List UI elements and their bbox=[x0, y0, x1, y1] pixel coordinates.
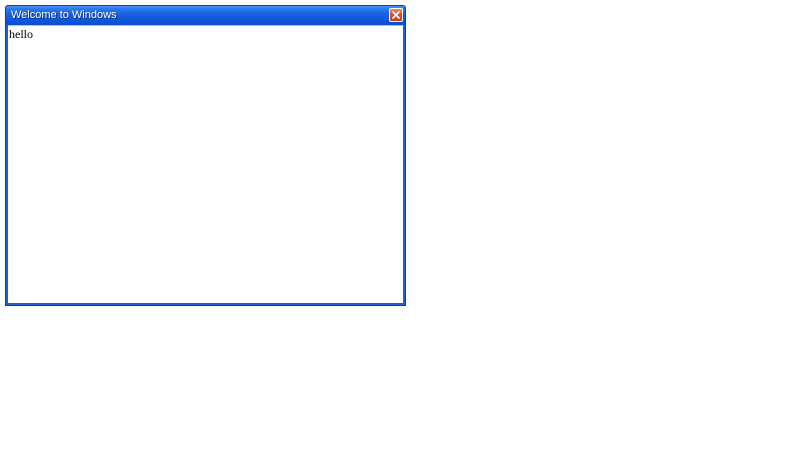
window-title: Welcome to Windows bbox=[11, 9, 117, 21]
close-button[interactable] bbox=[389, 8, 403, 22]
app-window: Welcome to Windows hello bbox=[5, 5, 406, 306]
content-text: hello bbox=[9, 27, 33, 41]
window-titlebar[interactable]: Welcome to Windows bbox=[6, 6, 405, 25]
window-content-area: hello bbox=[8, 25, 403, 303]
close-icon bbox=[392, 11, 400, 19]
